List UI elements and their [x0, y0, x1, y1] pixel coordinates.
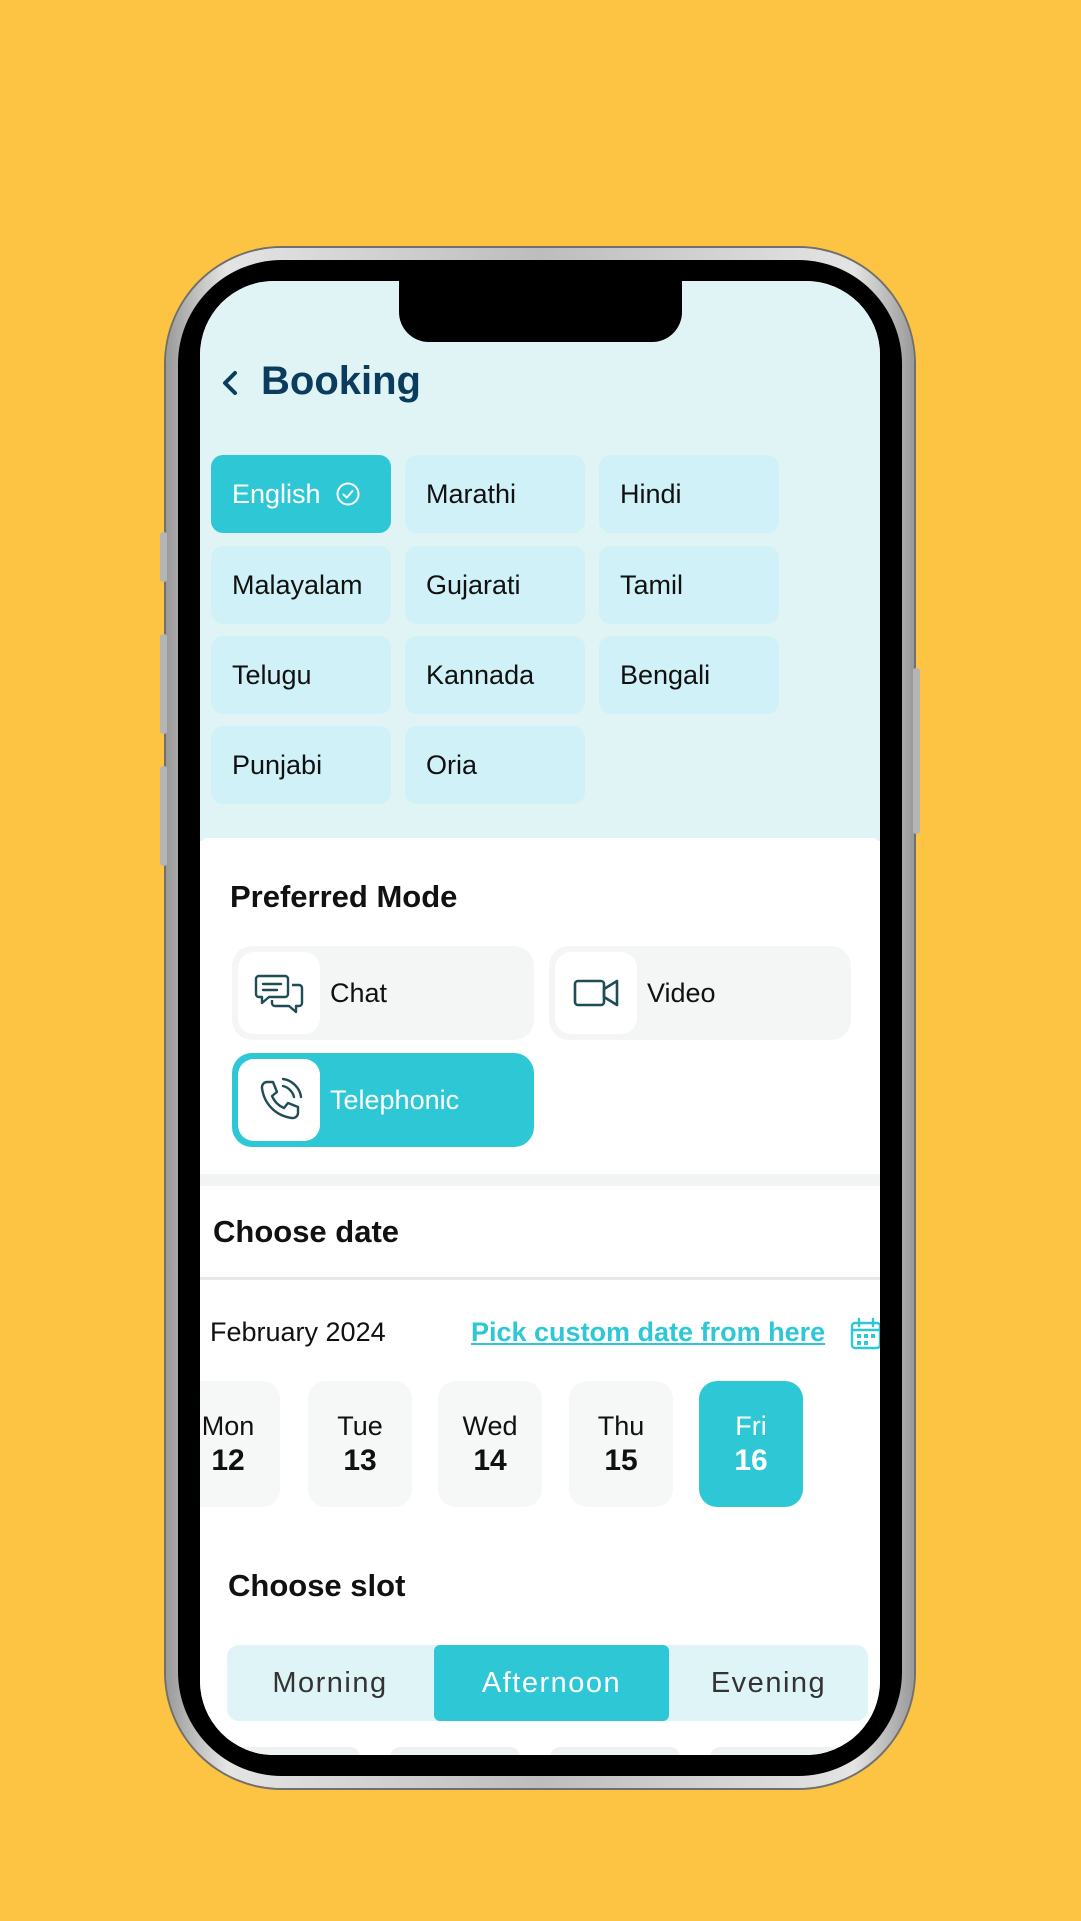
language-chip-telugu[interactable]: Telugu	[211, 636, 391, 714]
language-chip-english[interactable]: English	[211, 455, 391, 533]
day-number: 15	[604, 1444, 638, 1477]
day-pill-thu[interactable]: Thu 15	[569, 1381, 673, 1507]
language-label: Punjabi	[232, 749, 323, 780]
slot-item[interactable]	[390, 1747, 520, 1755]
language-label: Telugu	[232, 659, 312, 690]
day-number: 14	[473, 1444, 507, 1477]
silent-switch	[160, 532, 167, 582]
language-chip-punjabi[interactable]: Punjabi	[211, 726, 391, 804]
mode-telephonic-button[interactable]: Telephonic	[232, 1053, 534, 1147]
calendar-icon[interactable]	[849, 1317, 880, 1351]
chevron-left-icon	[223, 371, 237, 395]
preferred-mode-title: Preferred Mode	[230, 879, 458, 914]
language-chip-malayalam[interactable]: Malayalam	[211, 546, 391, 624]
day-pill-tue[interactable]: Tue 13	[308, 1381, 412, 1507]
day-pill-wed[interactable]: Wed 14	[438, 1381, 542, 1507]
day-name: Wed	[462, 1411, 518, 1441]
section-gap	[200, 1174, 880, 1186]
phone-icon	[260, 1077, 303, 1120]
language-chip-bengali[interactable]: Bengali	[599, 636, 779, 714]
back-button[interactable]	[210, 361, 250, 405]
mode-icon-box	[238, 952, 320, 1034]
day-pill-mon[interactable]: Mon 12	[200, 1381, 280, 1507]
slot-item[interactable]	[710, 1747, 840, 1755]
mode-icon-box	[238, 1059, 320, 1141]
pick-custom-date-link[interactable]: Pick custom date from here	[471, 1317, 825, 1348]
video-icon	[573, 979, 619, 1007]
day-name: Mon	[201, 1411, 255, 1441]
language-chip-gujarati[interactable]: Gujarati	[405, 546, 585, 624]
slot-tabs: Morning Afternoon Evening	[227, 1645, 868, 1721]
language-label: Malayalam	[232, 569, 363, 600]
language-label: Hindi	[620, 478, 682, 509]
app-screen: Booking English Marathi Hindi Malayalam …	[200, 281, 880, 1755]
choose-slot-title: Choose slot	[228, 1568, 406, 1603]
language-chip-kannada[interactable]: Kannada	[405, 636, 585, 714]
mode-label: Chat	[330, 977, 388, 1008]
check-circle-icon	[336, 482, 360, 506]
mode-chat-button[interactable]: Chat	[232, 946, 534, 1040]
language-label: Marathi	[426, 478, 517, 509]
slot-tab-morning[interactable]: Morning	[227, 1645, 433, 1721]
mode-video-button[interactable]: Video	[549, 946, 851, 1040]
volume-down-button	[160, 766, 167, 866]
volume-up-button	[160, 634, 167, 734]
month-label: February 2024	[210, 1317, 386, 1347]
language-label: Tamil	[620, 569, 684, 600]
day-number: 12	[211, 1444, 245, 1477]
mode-label: Video	[647, 977, 716, 1008]
language-chip-tamil[interactable]: Tamil	[599, 546, 779, 624]
language-label: Oria	[426, 749, 478, 780]
language-label: English	[232, 478, 321, 509]
language-label: Gujarati	[426, 569, 521, 600]
language-label: Bengali	[620, 659, 711, 690]
day-name: Tue	[337, 1411, 383, 1441]
language-label: Kannada	[426, 659, 535, 690]
mode-icon-box	[555, 952, 637, 1034]
slot-tab-afternoon[interactable]: Afternoon	[434, 1645, 669, 1721]
language-chip-oria[interactable]: Oria	[405, 726, 585, 804]
phone-notch	[399, 268, 682, 342]
slot-item[interactable]	[550, 1747, 680, 1755]
power-button	[913, 668, 920, 834]
language-chip-hindi[interactable]: Hindi	[599, 455, 779, 533]
day-number: 13	[343, 1444, 377, 1477]
divider	[200, 1277, 880, 1280]
choose-date-title: Choose date	[213, 1214, 400, 1249]
language-chip-marathi[interactable]: Marathi	[405, 455, 585, 533]
slot-tab-evening[interactable]: Evening	[669, 1645, 868, 1721]
chat-icon	[254, 974, 304, 1014]
day-number: 16	[734, 1444, 768, 1477]
page-title: Booking	[261, 359, 421, 403]
day-pill-fri[interactable]: Fri 16	[699, 1381, 803, 1507]
mode-label: Telephonic	[330, 1084, 460, 1115]
slot-item[interactable]	[230, 1747, 360, 1755]
day-name: Thu	[597, 1411, 645, 1441]
day-name: Fri	[735, 1411, 767, 1441]
